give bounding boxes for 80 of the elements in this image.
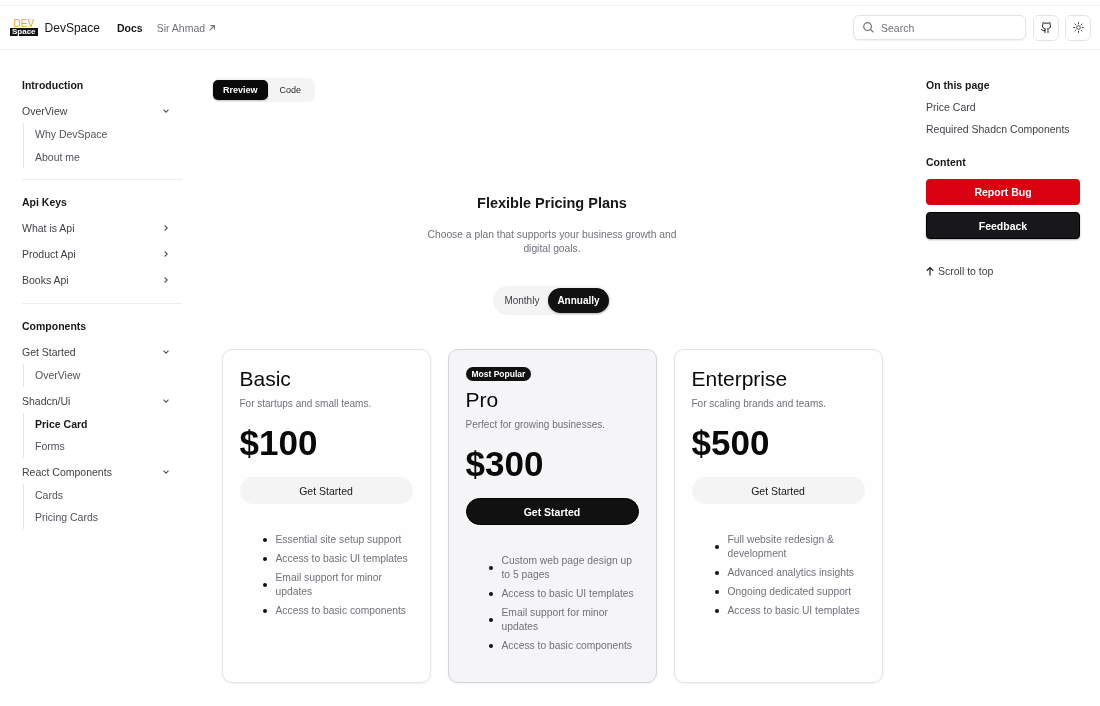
plan-name: Basic	[239, 367, 292, 391]
bullet-icon	[488, 644, 493, 648]
sidebar-item[interactable]: OverView	[22, 99, 182, 123]
content-heading: Content	[926, 155, 967, 169]
sidebar-heading: Api Keys	[22, 195, 68, 210]
github-icon	[1040, 22, 1052, 33]
bullet-icon	[714, 609, 719, 613]
arrow-up-right-icon	[209, 24, 216, 31]
bullet-icon	[262, 609, 267, 613]
feature-text: Access to basic UI templates	[727, 604, 861, 618]
feature-text: Access to basic components	[275, 604, 407, 618]
get-started-button[interactable]: Get Started	[239, 477, 413, 504]
nav-link[interactable]: Sir Ahmad	[156, 21, 216, 34]
feature-text: Access to basic UI templates	[275, 552, 409, 566]
plan-name: Enterprise	[691, 367, 789, 391]
sidebar-item[interactable]: Product Api	[22, 242, 182, 266]
sidebar-subitem[interactable]: Price Card	[35, 412, 182, 435]
billing-option[interactable]: Annually	[548, 288, 609, 313]
sidebar-subitem[interactable]: OverView	[35, 364, 182, 387]
feature-text: Full website redesign & development	[727, 533, 835, 561]
get-started-button[interactable]: Get Started	[691, 477, 865, 504]
view-tab[interactable]: Rreview	[213, 80, 268, 100]
bullet-icon	[262, 583, 267, 587]
plan-name: Pro	[465, 388, 500, 412]
bullet-icon	[262, 538, 267, 542]
search-field[interactable]: Search	[853, 15, 1026, 40]
scroll-to-top-link[interactable]: Scroll to top	[926, 264, 994, 278]
github-button[interactable]	[1033, 14, 1059, 41]
search-icon	[863, 22, 874, 33]
pricing-title: Flexible Pricing Plans	[477, 194, 627, 212]
feature-text: Ongoing dedicated support	[727, 585, 853, 599]
plan-price: $300	[465, 444, 545, 484]
view-tab[interactable]: Code	[267, 80, 314, 100]
sidebar-heading: Components	[22, 319, 88, 334]
feature-text: Essential site setup support	[275, 533, 403, 547]
sidebar-item[interactable]: Books Api	[22, 268, 182, 292]
plan-price: $500	[691, 423, 771, 463]
sidebar-item[interactable]: Shadcn/Ui	[22, 388, 182, 413]
bullet-icon	[714, 545, 719, 549]
feature-text: Access to basic UI templates	[501, 587, 635, 601]
sidebar-item[interactable]: What is Api	[22, 216, 182, 240]
bullet-icon	[262, 557, 267, 561]
bullet-icon	[488, 592, 493, 596]
sun-icon	[1072, 22, 1084, 33]
sidebar-subitem[interactable]: Why DevSpace	[35, 123, 182, 146]
feature-text: Email support for minor updates	[501, 606, 609, 634]
bullet-icon	[488, 566, 493, 570]
plan-description: Perfect for growing businesses.	[465, 418, 606, 432]
feature-text: Access to basic components	[501, 639, 633, 653]
toc-heading: On this page	[926, 78, 991, 92]
brand-link[interactable]: DevSpace	[44, 20, 100, 35]
plan-description: For startups and small teams.	[239, 397, 373, 411]
logo-text: DEV	[13, 19, 35, 28]
logo-label: Space	[10, 28, 38, 36]
toc-link[interactable]: Required Shadcn Components	[926, 122, 1080, 136]
toc-link[interactable]: Price Card	[926, 100, 1080, 114]
get-started-button[interactable]: Get Started	[465, 498, 639, 525]
pricing-subtitle: Choose a plan that supports your business growth and digital goals.	[426, 228, 678, 256]
theme-toggle-button[interactable]	[1065, 14, 1091, 41]
sidebar-heading: Introduction	[22, 78, 85, 93]
sidebar-item[interactable]: Get Started	[22, 340, 182, 364]
bullet-icon	[714, 590, 719, 594]
action-button[interactable]: Feedback	[926, 212, 1080, 239]
sidebar-subitem[interactable]: About me	[35, 145, 182, 168]
arrow-up-icon	[926, 266, 934, 276]
feature-text: Custom web page design up to 5 pages	[501, 554, 633, 582]
plan-price: $100	[239, 423, 319, 463]
plan-description: For scaling brands and teams.	[691, 397, 827, 411]
feature-text: Advanced analytics insights	[727, 566, 855, 580]
popular-tag: Most Popular	[465, 367, 532, 381]
action-button[interactable]: Report Bug	[926, 179, 1080, 205]
billing-option[interactable]: Monthly	[495, 288, 549, 313]
sidebar-item[interactable]: React Components	[22, 459, 182, 484]
feature-text: Email support for minor updates	[275, 571, 383, 599]
sidebar-subitem[interactable]: Pricing Cards	[35, 506, 182, 529]
bullet-icon	[714, 571, 719, 575]
nav-link[interactable]: Docs	[116, 21, 143, 34]
sidebar-subitem[interactable]: Cards	[35, 483, 182, 506]
sidebar-subitem[interactable]: Forms	[35, 435, 182, 458]
bullet-icon	[488, 618, 493, 622]
